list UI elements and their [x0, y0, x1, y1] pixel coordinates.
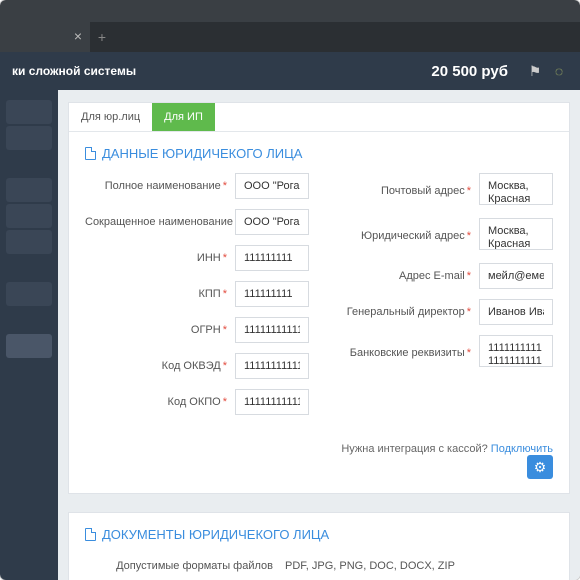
- formats-label: Допустимые форматы файлов: [85, 560, 285, 572]
- sidebar-item[interactable]: [6, 204, 52, 228]
- kpp-label: КПП: [198, 288, 220, 300]
- short-name-label: Сокращенное наименование: [85, 216, 233, 228]
- sidebar-item[interactable]: [6, 308, 52, 332]
- required-marker: *: [223, 360, 227, 372]
- postal-address-label: Почтовый адрес: [381, 185, 465, 197]
- lightbulb-icon[interactable]: ◌: [550, 63, 568, 79]
- required-marker: *: [467, 347, 471, 359]
- window-titlebar: [0, 0, 580, 22]
- ogrn-label: ОГРН: [191, 324, 221, 336]
- full-name-field[interactable]: [235, 173, 309, 199]
- postal-address-field[interactable]: Москва, Красная площадь, дом 1: [479, 173, 553, 205]
- formats-value: PDF, JPG, PNG, DOC, DOCX, ZIP: [285, 560, 455, 572]
- browser-tab[interactable]: ×: [0, 22, 90, 52]
- inn-label: ИНН: [197, 252, 221, 264]
- tab-ip[interactable]: Для ИП: [152, 103, 215, 131]
- section-title-label: ДАННЫЕ ЮРИДИЧЕКОГО ЛИЦА: [102, 146, 302, 161]
- required-marker: *: [223, 288, 227, 300]
- okved-label: Код ОКВЭД: [162, 360, 221, 372]
- page-title: ки сложной системы: [12, 64, 431, 78]
- legal-entity-panel: Для юр.лиц Для ИП ДАННЫЕ ЮРИДИЧЕКОГО ЛИЦ…: [68, 102, 570, 494]
- required-marker: *: [223, 396, 227, 408]
- new-tab-button[interactable]: +: [90, 22, 114, 52]
- tab-legal-entity[interactable]: Для юр.лиц: [69, 103, 152, 131]
- integration-link[interactable]: Подключить: [491, 443, 553, 455]
- full-name-label: Полное наименование: [105, 180, 221, 192]
- required-marker: *: [223, 180, 227, 192]
- kpp-field[interactable]: [235, 281, 309, 307]
- director-label: Генеральный директор: [347, 306, 465, 318]
- email-label: Адрес E-mail: [399, 270, 465, 282]
- settings-button[interactable]: ⚙: [527, 455, 553, 479]
- required-marker: *: [467, 270, 471, 282]
- main-content: Для юр.лиц Для ИП ДАННЫЕ ЮРИДИЧЕКОГО ЛИЦ…: [58, 90, 580, 580]
- legal-address-field[interactable]: Москва, Красная площадь, дом 1: [479, 218, 553, 250]
- sidebar-item[interactable]: [6, 230, 52, 254]
- required-marker: *: [223, 252, 227, 264]
- close-icon[interactable]: ×: [74, 29, 82, 43]
- form-right-column: Почтовый адрес* Москва, Красная площадь,…: [329, 173, 553, 425]
- sidebar-item[interactable]: [6, 152, 52, 176]
- inn-field[interactable]: [235, 245, 309, 271]
- okpo-label: Код ОКПО: [168, 396, 221, 408]
- section-title-label: ДОКУМЕНТЫ ЮРИДИЧЕКОГО ЛИЦА: [102, 527, 329, 542]
- section-title-documents: ДОКУМЕНТЫ ЮРИДИЧЕКОГО ЛИЦА: [69, 513, 569, 550]
- section-title-entity-data: ДАННЫЕ ЮРИДИЧЕКОГО ЛИЦА: [69, 132, 569, 169]
- sidebar-item[interactable]: [6, 282, 52, 306]
- short-name-field[interactable]: [235, 209, 309, 235]
- sidebar: [0, 90, 58, 580]
- sidebar-item[interactable]: [6, 256, 52, 280]
- document-icon: [85, 528, 96, 541]
- sidebar-item[interactable]: [6, 100, 52, 124]
- sidebar-item[interactable]: [6, 178, 52, 202]
- flag-icon[interactable]: ⚑: [526, 63, 544, 80]
- required-marker: *: [467, 185, 471, 197]
- director-field[interactable]: [479, 299, 553, 325]
- integration-row: Нужна интеграция с кассой? Подключить ⚙: [69, 437, 569, 493]
- documents-panel: ДОКУМЕНТЫ ЮРИДИЧЕКОГО ЛИЦА Допустимые фо…: [68, 512, 570, 580]
- ogrn-field[interactable]: [235, 317, 309, 343]
- email-field[interactable]: [479, 263, 553, 289]
- required-marker: *: [223, 324, 227, 336]
- bank-details-label: Банковские реквизиты: [350, 347, 465, 359]
- okpo-field[interactable]: [235, 389, 309, 415]
- price-display: 20 500 руб: [431, 63, 508, 80]
- okved-field[interactable]: [235, 353, 309, 379]
- bank-details-field[interactable]: 1111111111111111111111111111111: [479, 335, 553, 367]
- browser-tabbar: × +: [0, 22, 580, 52]
- app-header: ки сложной системы 20 500 руб ⚑ ◌: [0, 52, 580, 90]
- required-marker: *: [467, 230, 471, 242]
- required-marker: *: [467, 306, 471, 318]
- integration-text: Нужна интеграция с кассой?: [341, 443, 490, 455]
- sidebar-item[interactable]: [6, 126, 52, 150]
- entity-type-tabs: Для юр.лиц Для ИП: [69, 103, 569, 132]
- sidebar-item-active[interactable]: [6, 334, 52, 358]
- document-icon: [85, 147, 96, 160]
- legal-address-label: Юридический адрес: [361, 230, 465, 242]
- form-left-column: Полное наименование* Сокращенное наимено…: [85, 173, 309, 425]
